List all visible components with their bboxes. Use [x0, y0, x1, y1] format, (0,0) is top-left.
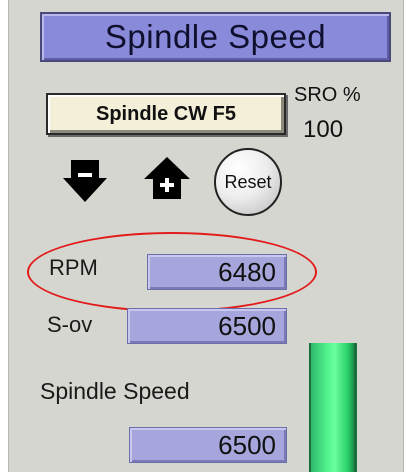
reset-button[interactable]: Reset	[214, 148, 282, 216]
spindle-load-bar-fill	[309, 343, 357, 472]
s-ov-label: S-ov	[47, 312, 93, 337]
spindle-cw-button[interactable]: Spindle CW F5	[46, 93, 286, 135]
rpm-readout: 6480	[147, 254, 287, 290]
sro-value: 100	[303, 116, 344, 143]
plus-home-arrow-icon	[144, 157, 190, 199]
speed-down-button[interactable]	[62, 158, 108, 204]
spindle-load-bar	[309, 343, 357, 472]
spindle-speed-label: Spindle Speed	[40, 378, 190, 404]
minus-down-arrow-icon	[63, 160, 107, 202]
speed-up-button[interactable]	[142, 155, 192, 201]
s-ov-readout: 6500	[127, 308, 287, 344]
spindle-speed-panel: Spindle Speed Spindle CW F5 SRO % 100 Re…	[8, 0, 404, 472]
rpm-label: RPM	[49, 255, 98, 280]
spindle-speed-readout: 6500	[129, 427, 287, 463]
sro-label: SRO %	[294, 84, 361, 106]
panel-title: Spindle Speed	[40, 12, 391, 62]
